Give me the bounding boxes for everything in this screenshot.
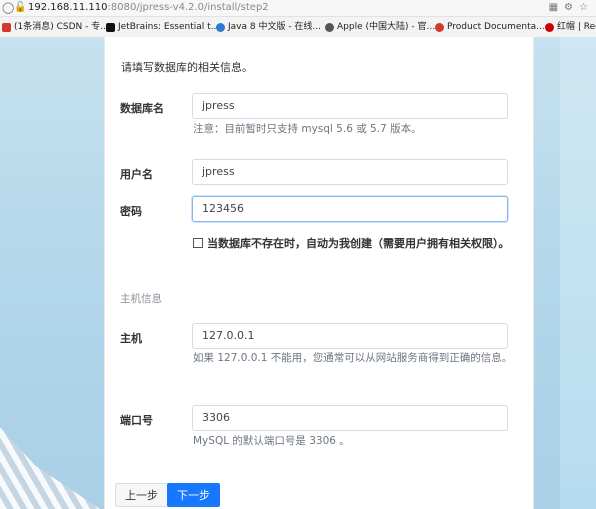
username-label: 用户名 <box>120 168 153 181</box>
bookmark-jetbrains[interactable]: JetBrains: Essential t... <box>106 17 219 37</box>
bookmark-csdn[interactable]: (1条消息) CSDN - 专... <box>2 17 109 37</box>
form-intro: 请填写数据库的相关信息。 <box>121 61 253 74</box>
redhat-hat-icon <box>545 22 554 32</box>
host-section-title: 主机信息 <box>120 293 162 305</box>
java-icon <box>216 22 225 32</box>
port-input[interactable]: 3306 <box>192 405 508 431</box>
prev-step-button[interactable]: 上一步 <box>115 483 168 507</box>
port-hint: MySQL 的默认端口号是 3306 。 <box>193 435 350 447</box>
redhat-icon <box>435 22 444 32</box>
db-name-label: 数据库名 <box>120 102 164 115</box>
address-bar[interactable]: ◯ 🔓 192.168.11.110:8080/jpress-v4.2.0/in… <box>0 0 596 17</box>
install-form-card: 请填写数据库的相关信息。 数据库名 jpress 注意：目前暂时只支持 mysq… <box>104 37 534 509</box>
background-building <box>0 427 100 509</box>
apple-icon <box>325 22 334 32</box>
toolbar-icons[interactable]: ▦⚙☆ <box>549 0 594 16</box>
page-icon: ◯ <box>2 1 15 14</box>
background-right <box>560 37 596 509</box>
auto-create-checkbox[interactable] <box>193 238 203 248</box>
host-hint: 如果 127.0.0.1 不能用，您通常可以从网站服务商得到正确的信息。 <box>193 352 513 364</box>
jetbrains-icon <box>106 22 115 32</box>
db-name-hint: 注意：目前暂时只支持 mysql 5.6 或 5.7 版本。 <box>193 123 422 135</box>
next-step-button[interactable]: 下一步 <box>167 483 220 507</box>
host-input[interactable]: 127.0.0.1 <box>192 323 508 349</box>
url-text[interactable]: 192.168.11.110:8080/jpress-v4.2.0/instal… <box>28 0 269 16</box>
port-label: 端口号 <box>120 414 153 427</box>
bookmark-product-docs[interactable]: Product Documenta... <box>435 17 545 37</box>
bookmark-java8[interactable]: Java 8 中文版 - 在线... <box>216 17 321 37</box>
password-label: 密码 <box>120 205 142 218</box>
auto-create-label: 当数据库不存在时，自动为我创建（需要用户拥有相关权限）。 <box>207 237 510 250</box>
csdn-icon <box>2 22 11 32</box>
bookmark-apple[interactable]: Apple (中国大陆) - 官... <box>325 17 435 37</box>
auto-create-row[interactable]: 当数据库不存在时，自动为我创建（需要用户拥有相关权限）。 <box>193 235 510 251</box>
host-label: 主机 <box>120 332 142 345</box>
password-input[interactable]: 123456 <box>192 196 508 222</box>
username-input[interactable]: jpress <box>192 159 508 185</box>
bookmark-redhat[interactable]: 红帽 | Rec <box>545 17 596 37</box>
bookmarks-bar: (1条消息) CSDN - 专... JetBrains: Essential … <box>0 17 596 38</box>
db-name-input[interactable]: jpress <box>192 93 508 119</box>
insecure-lock-icon[interactable]: 🔓 <box>14 0 26 16</box>
